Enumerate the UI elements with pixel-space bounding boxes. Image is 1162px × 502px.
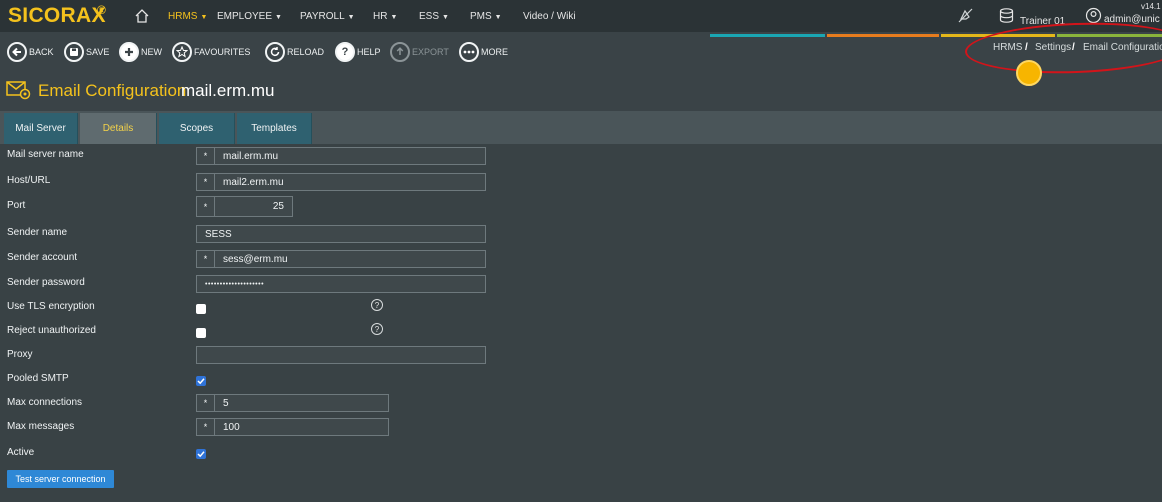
proxy-field[interactable] xyxy=(196,346,486,364)
nav-payroll[interactable]: PAYROLL ▼ xyxy=(300,11,355,22)
label-sender-password: Sender password xyxy=(7,277,85,288)
label-max-connections: Max connections xyxy=(7,397,83,408)
favourites-button[interactable]: FAVOURITES xyxy=(172,41,250,63)
max-connections-value: 5 xyxy=(223,397,229,409)
email-settings-icon xyxy=(6,81,31,100)
host-url-value: mail2.erm.mu xyxy=(223,176,284,188)
tab-scopes[interactable]: Scopes xyxy=(159,113,235,144)
mail-server-name-value: mail.erm.mu xyxy=(223,150,279,162)
label-max-messages: Max messages xyxy=(7,421,75,432)
required-marker: * xyxy=(197,395,215,411)
sender-password-value: •••••••••••••••••••• xyxy=(205,280,265,288)
sender-account-value: sess@erm.mu xyxy=(223,253,288,265)
page-title: Email Configuration xyxy=(38,81,187,100)
plus-icon xyxy=(119,42,139,62)
max-connections-field[interactable]: * 5 xyxy=(196,394,389,412)
reject-unauthorized-checkbox[interactable] xyxy=(196,328,206,338)
home-icon[interactable] xyxy=(134,8,150,24)
required-marker: * xyxy=(197,419,215,435)
nav-employee[interactable]: EMPLOYEE ▼ xyxy=(217,11,282,22)
nav-ess[interactable]: ESS ▼ xyxy=(419,11,449,22)
stripe-orange xyxy=(827,34,939,37)
tab-mail-server[interactable]: Mail Server xyxy=(4,113,78,144)
status-coin-icon[interactable] xyxy=(1016,60,1042,86)
version-label: v14.1 xyxy=(1141,2,1161,11)
required-marker: * xyxy=(197,197,215,216)
label-active: Active xyxy=(7,447,35,458)
database-icon xyxy=(999,8,1014,23)
port-value: 25 xyxy=(272,201,284,212)
use-tls-help-icon[interactable]: ? xyxy=(371,299,383,311)
more-icon xyxy=(459,42,479,62)
label-sender-account: Sender account xyxy=(7,252,78,263)
nav-hrms[interactable]: HRMS ▼ xyxy=(168,11,207,22)
required-marker: * xyxy=(197,174,215,190)
back-button[interactable]: BACK xyxy=(7,41,54,63)
mail-server-name-field[interactable]: * mail.erm.mu xyxy=(196,147,486,165)
label-mail-server-name: Mail server name xyxy=(7,149,84,160)
label-proxy: Proxy xyxy=(7,349,33,360)
sender-name-field[interactable]: SESS xyxy=(196,225,486,243)
save-button[interactable]: SAVE xyxy=(64,41,109,63)
more-button[interactable]: MORE xyxy=(459,41,508,63)
checkmark-icon xyxy=(197,378,205,385)
pooled-smtp-checkbox[interactable] xyxy=(196,376,206,386)
reload-button[interactable]: RELOAD xyxy=(265,41,324,63)
reject-unauthorized-help-icon[interactable]: ? xyxy=(371,323,383,335)
new-button[interactable]: NEW xyxy=(119,41,162,63)
tab-details[interactable]: Details xyxy=(80,113,157,144)
port-field[interactable]: * 25 xyxy=(196,196,293,217)
max-messages-field[interactable]: * 100 xyxy=(196,418,389,436)
help-button[interactable]: ? HELP xyxy=(335,41,381,63)
stripe-teal xyxy=(710,34,825,37)
nav-video-wiki[interactable]: Video / Wiki xyxy=(523,11,576,22)
checkmark-icon xyxy=(197,451,205,458)
details-form xyxy=(0,144,1162,502)
sender-account-field[interactable]: * sess@erm.mu xyxy=(196,250,486,268)
sender-name-value: SESS xyxy=(205,228,232,240)
label-use-tls: Use TLS encryption xyxy=(7,301,95,312)
notification-off-icon[interactable] xyxy=(957,7,974,24)
nav-pms[interactable]: PMS ▼ xyxy=(470,11,502,22)
label-port: Port xyxy=(7,200,26,211)
label-host-url: Host/URL xyxy=(7,175,51,186)
label-sender-name: Sender name xyxy=(7,227,68,238)
page-subtitle: mail.erm.mu xyxy=(181,81,275,100)
export-button[interactable]: EXPORT xyxy=(390,41,449,63)
user-icon xyxy=(1085,7,1102,24)
brand-registered-mark: ® xyxy=(97,3,106,17)
active-checkbox[interactable] xyxy=(196,449,206,459)
brand-logo[interactable]: SICORAX xyxy=(8,4,106,28)
save-icon xyxy=(64,42,84,62)
required-marker: * xyxy=(197,251,215,267)
max-messages-value: 100 xyxy=(223,421,240,433)
label-reject-unauthorized: Reject unauthorized xyxy=(7,325,96,336)
nav-hr[interactable]: HR ▼ xyxy=(373,11,397,22)
star-icon xyxy=(172,42,192,62)
required-marker: * xyxy=(197,148,215,164)
test-server-connection-button[interactable]: Test server connection xyxy=(7,470,114,488)
arrow-left-icon xyxy=(7,42,27,62)
sender-password-field[interactable]: •••••••••••••••••••• xyxy=(196,275,486,293)
host-url-field[interactable]: * mail2.erm.mu xyxy=(196,173,486,191)
use-tls-checkbox[interactable] xyxy=(196,304,206,314)
help-icon: ? xyxy=(335,42,355,62)
upload-icon xyxy=(390,42,410,62)
reload-icon xyxy=(265,42,285,62)
label-pooled-smtp: Pooled SMTP xyxy=(7,373,69,384)
tab-templates[interactable]: Templates xyxy=(237,113,312,144)
